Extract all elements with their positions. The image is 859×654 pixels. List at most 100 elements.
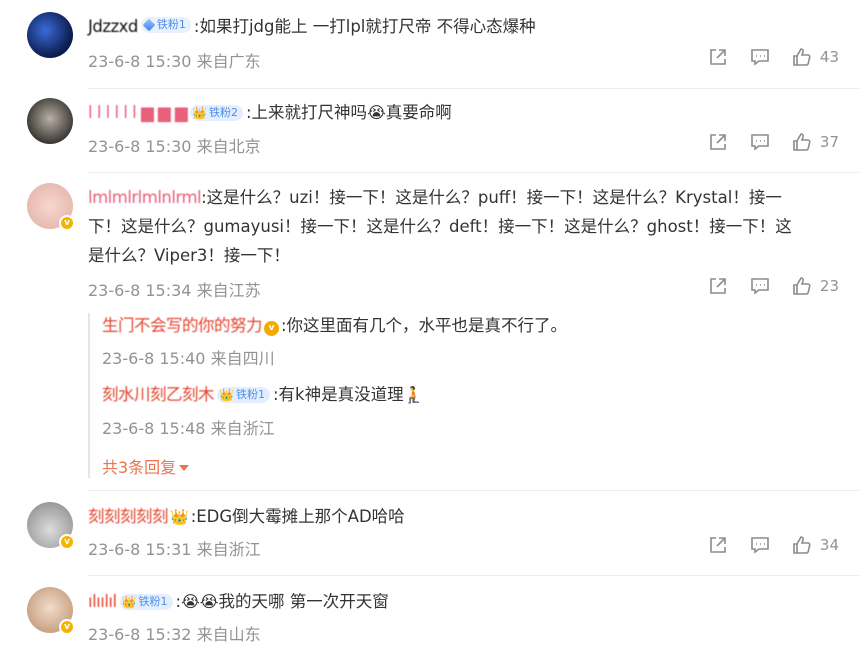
fan-badge[interactable]: 👑 铁粉2 [190,105,243,121]
timestamp: 23-6-8 15:34 [88,281,192,300]
divider [88,490,859,491]
timestamp: 23-6-8 15:30 [88,52,192,71]
reply-username[interactable]: 生门不会写的你的努力 [102,316,263,335]
fan-badge[interactable]: 铁粉1 [140,17,191,33]
comment-button[interactable] [750,276,770,296]
verified-icon: v [59,215,75,231]
reply-list: 生门不会写的你的努力 v:你这里面有几个，水平也是真不行了。 23-6-8 15:… [88,313,839,478]
location: 来自广东 [196,52,261,71]
reply-text: :有k神是真没道理 [272,385,404,404]
avatar[interactable]: v [27,183,75,231]
like-count: 34 [819,536,839,554]
location: 来自四川 [210,349,275,368]
crying-emoji-icon: 😭 [367,103,386,122]
comment-text-line: l l l l l l ▆ ▆ ▆ 👑 铁粉2:上来就打尺神吗😭真要命啊 [88,98,839,127]
like-button[interactable]: 23 [792,276,839,296]
comment-actions: 43 [686,47,839,67]
location: 来自北京 [196,137,261,156]
location: 来自山东 [196,625,261,644]
share-button[interactable] [708,535,728,555]
crown-icon: 👑 [219,388,234,402]
verified-icon: v [59,619,75,635]
share-icon [710,134,726,150]
username[interactable]: lmlmlrlmlnlrml [88,188,202,207]
comment-meta: 23-6-8 15:30 来自北京 [88,133,261,157]
crown-icon: 👑 [170,508,189,526]
fan-badge[interactable]: 👑 铁粉1 [119,594,173,610]
comment-text: 我的天哪 第一次开天窗 [218,592,389,611]
kneeling-emoji-icon: 🧎 [403,385,424,404]
like-count: 37 [819,133,839,151]
comment-text-line: lmlmlrlmlnlrml:这是什么？uzi！接一下！这是什么？puff！接一… [88,183,839,212]
fan-badge[interactable]: 👑 铁粉1 [217,387,270,403]
avatar[interactable] [27,98,73,144]
location: 来自浙江 [196,540,261,559]
comment-text: 是什么？Viper3！接一下！ [88,246,290,265]
share-icon [710,537,726,553]
comment-button[interactable] [750,47,770,67]
caret-down-icon [179,465,190,471]
location: 来自江苏 [196,281,261,300]
comment-text-line: 是什么？Viper3！接一下！ [88,241,839,270]
share-button[interactable] [708,276,728,296]
crown-icon: 👑 [192,106,207,120]
comment-actions: 23 [686,276,839,296]
avatar[interactable]: v [27,587,75,635]
diamond-icon [142,18,156,32]
username[interactable]: Jdzzxd [88,17,138,36]
comment-meta: 23-6-8 15:32 来自山东 [88,621,261,645]
crying-emoji-icon: 😭😭 [181,592,219,611]
verified-icon: v [264,321,279,336]
username[interactable]: l l l l l l ▆ ▆ ▆ [88,103,188,122]
username[interactable]: ılıılıl [88,592,117,611]
comment-text: :上来就打尺神吗 [246,103,368,122]
comment-text-line: ılıılıl 👑 铁粉1:😭😭我的天哪 第一次开天窗 [88,592,389,611]
timestamp: 23-6-8 15:48 [102,419,206,438]
comment-text: :EDG倒大霉摊上那个AD哈哈 [190,507,405,526]
reply-item: 刻水川刻乙刻木 👑 铁粉1:有k神是真没道理🧎 [102,382,424,408]
like-count: 43 [819,48,839,66]
divider [88,575,859,576]
thumbs-up-icon [793,48,811,66]
share-button[interactable] [708,47,728,67]
reply-item: 生门不会写的你的努力 v:你这里面有几个，水平也是真不行了。 [102,313,567,339]
comment-button[interactable] [750,132,770,152]
comment-actions: 34 [686,535,839,555]
like-button[interactable]: 43 [792,47,839,67]
reply-username[interactable]: 刻水川刻乙刻木 [102,385,215,404]
timestamp: 23-6-8 15:32 [88,625,192,644]
comment-text: :如果打jdg能上 一打lpl就打尺帝 不得心态爆种 [193,17,536,36]
like-button[interactable]: 34 [792,535,839,555]
share-icon [710,49,726,65]
comment-text-line: 下！这是什么？gumayusi！接一下！这是什么？deft！接一下！这是什么？g… [88,212,839,241]
comment-text-line: 刻刻刻刻刻 👑:EDG倒大霉摊上那个AD哈哈 [88,502,839,532]
verified-icon: v [59,534,75,550]
divider [88,88,859,89]
comment-icon [751,49,769,66]
comment-actions: 37 [686,132,839,152]
thumbs-up-icon [793,536,811,554]
comment-text-line: Jdzzxd 铁粉1:如果打jdg能上 一打lpl就打尺帝 不得心态爆种 [88,12,839,41]
more-replies-link[interactable]: 共3条回复 [102,454,190,478]
comment-text: 下！这是什么？gumayusi！接一下！这是什么？deft！接一下！这是什么？g… [88,217,792,236]
share-button[interactable] [708,132,728,152]
location: 来自浙江 [210,419,275,438]
reply-meta: 23-6-8 15:40 来自四川 [102,345,275,369]
username[interactable]: 刻刻刻刻刻 [88,507,169,526]
like-button[interactable]: 37 [792,132,839,152]
crown-icon: 👑 [121,595,137,609]
comment-meta: 23-6-8 15:34 来自江苏 [88,277,261,301]
comment-text-after: 真要命啊 [385,103,452,122]
avatar[interactable] [27,12,73,58]
timestamp: 23-6-8 15:31 [88,540,192,559]
avatar[interactable]: v [27,502,75,550]
comment-button[interactable] [750,535,770,555]
divider [88,172,859,173]
timestamp: 23-6-8 15:30 [88,137,192,156]
comment-icon [751,537,769,554]
comment-icon [751,134,769,151]
reply-meta: 23-6-8 15:48 来自浙江 [102,415,275,439]
reply-text: :你这里面有几个，水平也是真不行了。 [281,316,568,335]
comment-icon [751,278,769,295]
thumbs-up-icon [793,277,811,295]
